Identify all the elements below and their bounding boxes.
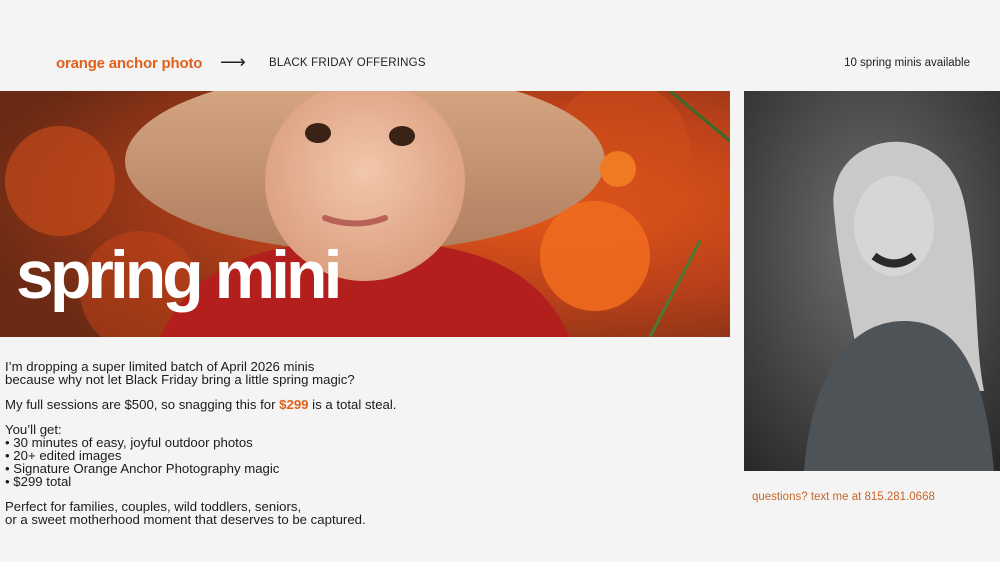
description-copy: I’m dropping a super limited batch of Ap… [5, 360, 525, 538]
closing-paragraph: Perfect for families, couples, wild todd… [5, 500, 525, 526]
pricing-paragraph: My full sessions are $500, so snagging t… [5, 398, 525, 411]
pricing-before: My full sessions are $500, so snagging t… [5, 397, 280, 412]
side-photo [744, 91, 1000, 471]
list-item: • $299 total [5, 474, 72, 489]
availability-text: 10 spring minis available [844, 57, 970, 69]
brand-logo-text[interactable]: orange anchor photo [56, 55, 202, 72]
arrow-right-icon: ⟶ [220, 52, 246, 72]
intro-line-2: because why not let Black Friday bring a… [5, 372, 355, 387]
includes-list: You’ll get: • 30 minutes of easy, joyful… [5, 423, 525, 488]
intro-paragraph: I’m dropping a super limited batch of Ap… [5, 360, 525, 386]
pricing-after: is a total steal. [308, 397, 397, 412]
contact-text[interactable]: questions? text me at 815.281.0668 [752, 491, 935, 503]
price-highlight: $299 [279, 397, 309, 412]
hero-title: spring mini [16, 237, 342, 313]
hero-banner: spring mini [0, 91, 730, 337]
list-item: • Signature Orange Anchor Photography ma… [5, 461, 280, 476]
closing-line-2: or a sweet motherhood moment that deserv… [5, 512, 366, 527]
offerings-label[interactable]: BLACK FRIDAY OFFERINGS [269, 57, 426, 69]
girl-photo [744, 91, 1000, 471]
